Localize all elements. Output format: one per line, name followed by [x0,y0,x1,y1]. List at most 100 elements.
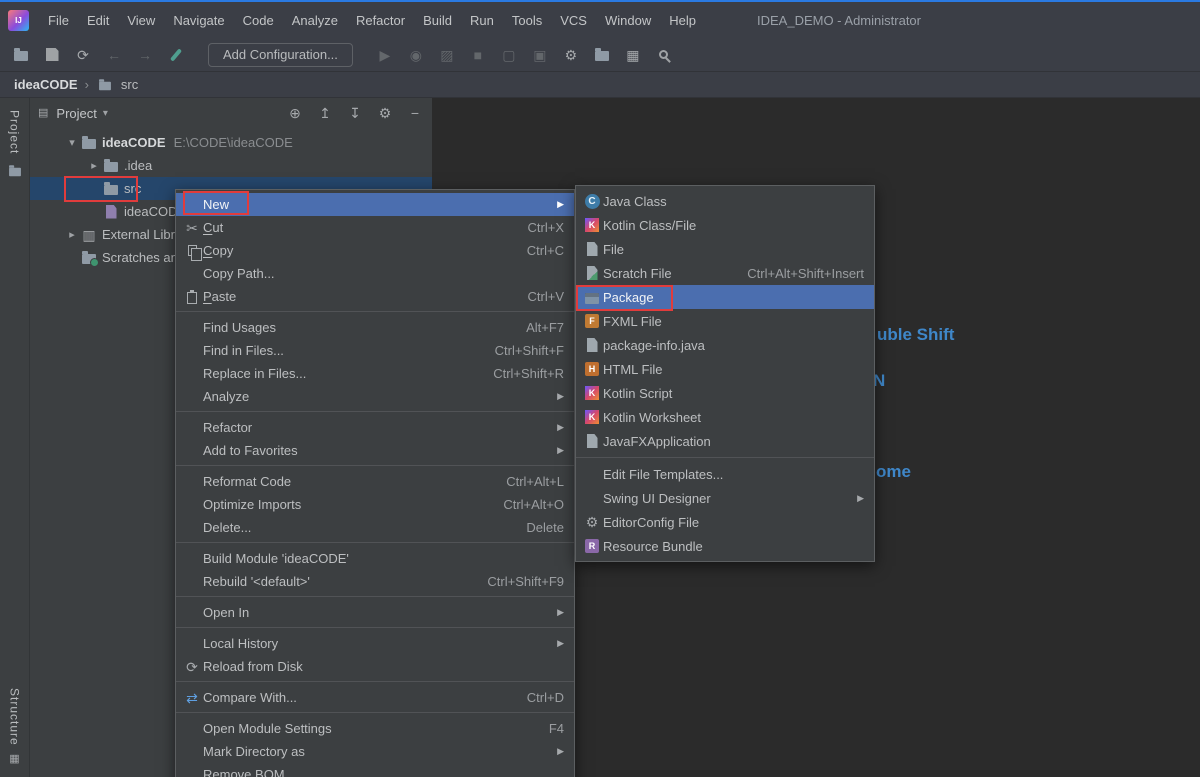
tree-item-path: E:\CODE\ideaCODE [174,135,293,150]
run-configuration-selector[interactable]: Add Configuration... [208,43,353,67]
menu-analyze[interactable]: Analyze [283,2,347,38]
context-menu-item-optimize-imports[interactable]: Optimize ImportsCtrl+Alt+O [176,493,574,516]
wrench-icon[interactable]: ⚙ [562,46,580,64]
profiler-icon[interactable]: ▣ [531,46,549,64]
context-menu-item-cut[interactable]: ✂CutCtrl+X [176,216,574,239]
menu-window[interactable]: Window [596,2,660,38]
open-icon[interactable] [12,46,30,64]
new-submenu-item-file[interactable]: File [576,237,874,261]
new-submenu-item-kotlin-script[interactable]: KKotlin Script [576,381,874,405]
menu-file[interactable]: File [39,2,78,38]
icon-spacer [183,265,201,283]
tree-chevron-icon[interactable]: ▸ [64,228,80,241]
paste-icon [183,288,201,306]
context-menu-item-remove-bom[interactable]: Remove BOM [176,763,574,777]
scratch-icon [583,264,601,282]
run-icon[interactable]: ▶ [376,46,394,64]
menu-vcs[interactable]: VCS [551,2,596,38]
toolbar-left-group: ⟳ ← → [12,46,185,64]
chevron-down-icon[interactable]: ▾ [103,108,108,119]
scroll-up-icon[interactable]: ↥ [316,104,334,122]
structure-stripe-icon[interactable]: ▦ [9,754,19,765]
context-menu-item-paste[interactable]: PasteCtrl+V [176,285,574,308]
tree-item-idea[interactable]: ▸.idea [30,154,432,177]
attach-icon[interactable]: ▢ [500,46,518,64]
context-menu-item-refactor[interactable]: Refactor▶ [176,416,574,439]
coverage-icon[interactable]: ▨ [438,46,456,64]
window-accent-line [0,0,1200,2]
pencil-icon[interactable] [167,46,185,64]
save-icon[interactable] [43,46,61,64]
menu-separator [176,311,574,312]
menu-item-label: Paste [203,289,236,304]
new-submenu-item-java-class[interactable]: CJava Class [576,189,874,213]
menu-tools[interactable]: Tools [503,2,551,38]
context-menu-item-copy[interactable]: CopyCtrl+C [176,239,574,262]
libraries-icon: ▥ [80,226,98,244]
settings-icon[interactable]: ⚙ [376,104,394,122]
locate-icon[interactable]: ⊕ [286,104,304,122]
context-menu-item-reload-from-disk[interactable]: ⟳Reload from Disk [176,655,574,678]
menu-view[interactable]: View [118,2,164,38]
new-submenu-item-scratch-file[interactable]: Scratch FileCtrl+Alt+Shift+Insert [576,261,874,285]
new-submenu-item-package-info-java[interactable]: package-info.java [576,333,874,357]
bundle-icon: R [583,537,601,555]
breadcrumb-project[interactable]: ideaCODE [14,77,78,92]
new-submenu-item-kotlin-class-file[interactable]: KKotlin Class/File [576,213,874,237]
tree-item-ideacode[interactable]: ▾ideaCODEE:\CODE\ideaCODE [30,131,432,154]
project-stripe-folder-icon[interactable] [6,162,24,180]
menu-refactor[interactable]: Refactor [347,2,414,38]
tree-chevron-icon[interactable]: ▾ [64,136,80,149]
context-menu-item-open-in[interactable]: Open In▶ [176,601,574,624]
context-menu-item-replace-in-files[interactable]: Replace in Files...Ctrl+Shift+R [176,362,574,385]
menu-separator [176,681,574,682]
context-menu-item-add-to-favorites[interactable]: Add to Favorites▶ [176,439,574,462]
context-menu-item-rebuild-default[interactable]: Rebuild '<default>'Ctrl+Shift+F9 [176,570,574,593]
debug-icon[interactable]: ◉ [407,46,425,64]
back-icon[interactable]: ← [105,46,123,64]
tool-window-button-project[interactable]: Project [8,110,22,154]
new-submenu-item-html-file[interactable]: HHTML File [576,357,874,381]
menu-build[interactable]: Build [414,2,461,38]
project-panel-title[interactable]: Project [56,106,96,121]
context-menu-item-find-in-files[interactable]: Find in Files...Ctrl+Shift+F [176,339,574,362]
context-menu-item-open-module-settings[interactable]: Open Module SettingsF4 [176,717,574,740]
menu-item-label: Java Class [603,194,667,209]
breadcrumb-src[interactable]: src [121,77,138,92]
menu-item-label: Reload from Disk [203,659,303,674]
new-submenu-item-fxml-file[interactable]: FFXML File [576,309,874,333]
context-menu-item-find-usages[interactable]: Find UsagesAlt+F7 [176,316,574,339]
scroll-down-icon[interactable]: ↧ [346,104,364,122]
forward-icon[interactable]: → [136,46,154,64]
tree-chevron-icon[interactable]: ▸ [86,159,102,172]
context-menu-item-reformat-code[interactable]: Reformat CodeCtrl+Alt+L [176,470,574,493]
hide-icon[interactable]: − [406,104,424,122]
context-menu-item-compare-with[interactable]: ⇄Compare With...Ctrl+D [176,686,574,709]
new-submenu-item-javafxapplication[interactable]: JavaFXApplication [576,429,874,453]
stop-icon[interactable]: ■ [469,46,487,64]
new-submenu-item-editorconfig-file[interactable]: ⚙EditorConfig File [576,510,874,534]
submenu-arrow-icon: ▶ [557,746,564,757]
context-menu-item-copy-path[interactable]: Copy Path... [176,262,574,285]
context-menu-item-build-module-ideacode[interactable]: Build Module 'ideaCODE' [176,547,574,570]
project-structure-icon[interactable] [593,46,611,64]
menu-code[interactable]: Code [234,2,283,38]
context-menu-item-analyze[interactable]: Analyze▶ [176,385,574,408]
menu-edit[interactable]: Edit [78,2,118,38]
context-menu-item-local-history[interactable]: Local History▶ [176,632,574,655]
new-submenu-item-edit-file-templates[interactable]: Edit File Templates... [576,462,874,486]
menu-separator [176,465,574,466]
context-menu-item-mark-directory-as[interactable]: Mark Directory as▶ [176,740,574,763]
new-submenu-item-kotlin-worksheet[interactable]: KKotlin Worksheet [576,405,874,429]
search-everywhere-icon[interactable] [655,46,673,64]
menu-run[interactable]: Run [461,2,503,38]
new-submenu-item-resource-bundle[interactable]: RResource Bundle [576,534,874,558]
layout-icon[interactable]: ▦ [624,46,642,64]
menu-help[interactable]: Help [660,2,705,38]
menu-item-label: Delete... [203,520,251,535]
sync-icon[interactable]: ⟳ [74,46,92,64]
context-menu-item-delete[interactable]: Delete...Delete [176,516,574,539]
tool-window-button-structure[interactable]: Structure [8,688,22,746]
new-submenu-item-swing-ui-designer[interactable]: Swing UI Designer▶ [576,486,874,510]
menu-navigate[interactable]: Navigate [164,2,233,38]
